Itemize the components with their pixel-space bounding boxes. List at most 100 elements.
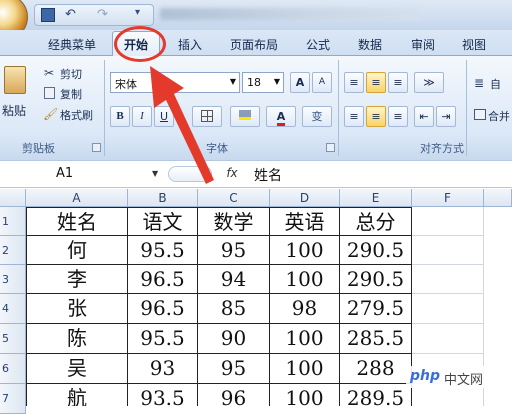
fill-color-button[interactable] <box>230 106 260 127</box>
empty-cell[interactable] <box>412 294 484 324</box>
table-cell[interactable]: 96 <box>198 384 270 406</box>
separator <box>466 60 467 156</box>
empty-cell[interactable] <box>412 324 484 354</box>
select-all-corner[interactable] <box>0 189 26 207</box>
column-header[interactable]: E <box>340 189 412 207</box>
bold-button[interactable]: B <box>110 106 130 127</box>
tab-insert[interactable]: 插入 <box>178 36 202 53</box>
row-header[interactable]: 7 <box>0 384 26 414</box>
separator <box>104 60 105 156</box>
copy-button[interactable]: 复制 <box>60 86 82 102</box>
align-right-button[interactable]: ≡ <box>388 106 408 127</box>
align-center-button[interactable]: ≡ <box>366 106 386 127</box>
align-left-button[interactable]: ≡ <box>344 106 364 127</box>
empty-cell[interactable] <box>412 236 484 265</box>
align-middle-button[interactable]: ≡ <box>366 72 386 93</box>
table-cell[interactable]: 93.5 <box>128 384 198 406</box>
header-cell-total[interactable]: 总分 <box>340 207 412 236</box>
font-color-button[interactable]: A <box>266 106 296 127</box>
align-top-button[interactable]: ≡ <box>344 72 364 93</box>
table-cell[interactable]: 94 <box>198 265 270 294</box>
table-cell[interactable]: 100 <box>270 236 340 265</box>
decrease-indent-button[interactable]: ⇤ <box>414 106 434 127</box>
formula-input[interactable]: 姓名 <box>254 165 282 185</box>
table-cell[interactable]: 90 <box>198 324 270 354</box>
increase-indent-button[interactable]: ⇥ <box>436 106 456 127</box>
save-icon[interactable] <box>41 8 55 22</box>
table-cell[interactable]: 98 <box>270 294 340 324</box>
shrink-font-button[interactable]: A <box>312 72 332 93</box>
font-launcher-icon[interactable] <box>326 143 335 152</box>
table-cell[interactable]: 95 <box>198 354 270 384</box>
clipboard-group-label: 剪贴板 <box>22 142 55 155</box>
window-title <box>160 8 420 20</box>
table-cell[interactable]: 285.5 <box>340 324 412 354</box>
header-cell-chinese[interactable]: 语文 <box>128 207 198 236</box>
tab-formulas[interactable]: 公式 <box>306 36 330 53</box>
tab-page-layout[interactable]: 页面布局 <box>230 36 278 53</box>
table-cell[interactable]: 93 <box>128 354 198 384</box>
font-size-select[interactable]: 18 ▼ <box>242 72 284 93</box>
table-cell[interactable]: 96.5 <box>128 294 198 324</box>
grow-font-button[interactable]: A <box>290 72 310 93</box>
header-cell-name[interactable]: 姓名 <box>26 207 128 236</box>
table-cell[interactable]: 陈 <box>26 324 128 354</box>
table-cell[interactable]: 张 <box>26 294 128 324</box>
row-header[interactable]: 5 <box>0 324 26 354</box>
redo-icon[interactable]: ↷ <box>97 7 108 22</box>
tab-review[interactable]: 审阅 <box>411 36 435 53</box>
customize-icon[interactable]: ▾ <box>135 7 140 18</box>
header-cell-math[interactable]: 数学 <box>198 207 270 236</box>
table-cell[interactable]: 100 <box>270 265 340 294</box>
merge-button[interactable]: 合并 <box>488 108 510 124</box>
column-header[interactable]: D <box>270 189 340 207</box>
table-cell[interactable]: 290.5 <box>340 265 412 294</box>
header-cell-english[interactable]: 英语 <box>270 207 340 236</box>
table-cell[interactable]: 何 <box>26 236 128 265</box>
table-cell[interactable]: 航 <box>26 384 128 406</box>
table-cell[interactable]: 85 <box>198 294 270 324</box>
tab-view[interactable]: 视图 <box>462 36 486 53</box>
tab-data[interactable]: 数据 <box>358 36 382 53</box>
paste-button[interactable]: 粘贴 <box>0 62 30 122</box>
table-cell[interactable]: 95 <box>198 236 270 265</box>
column-header[interactable] <box>484 189 512 207</box>
table-cell[interactable]: 96.5 <box>128 265 198 294</box>
name-box[interactable]: A1 <box>6 164 146 184</box>
column-header[interactable]: A <box>26 189 128 207</box>
wrap-text-button[interactable]: 自 <box>490 76 501 92</box>
empty-cell[interactable] <box>412 265 484 294</box>
cut-button[interactable]: 剪切 <box>60 66 82 82</box>
format-painter-button[interactable]: 格式刷 <box>60 107 93 123</box>
table-cell[interactable]: 95.5 <box>128 324 198 354</box>
row-header[interactable]: 4 <box>0 294 26 324</box>
table-cell[interactable]: 100 <box>270 384 340 406</box>
table-cell[interactable]: 290.5 <box>340 236 412 265</box>
tab-classic-menu[interactable]: 经典菜单 <box>48 36 96 53</box>
row-header[interactable]: 3 <box>0 265 26 294</box>
row-header[interactable]: 1 <box>0 207 26 236</box>
table-cell[interactable]: 288 <box>340 354 412 384</box>
align-bottom-button[interactable]: ≡ <box>388 72 408 93</box>
table-cell[interactable]: 100 <box>270 324 340 354</box>
paste-label: 粘贴 <box>2 104 27 118</box>
table-cell[interactable]: 289.5 <box>340 384 412 406</box>
separator <box>338 60 339 156</box>
table-cell[interactable]: 100 <box>270 354 340 384</box>
table-cell[interactable]: 吴 <box>26 354 128 384</box>
watermark-suffix: 中文网 <box>444 373 484 388</box>
clipboard-launcher-icon[interactable] <box>92 143 101 152</box>
function-icon[interactable]: fx <box>218 166 246 182</box>
undo-icon[interactable]: ↶ <box>65 7 76 22</box>
table-cell[interactable]: 95.5 <box>128 236 198 265</box>
table-cell[interactable]: 279.5 <box>340 294 412 324</box>
alignment-group-label: 对齐方式 <box>420 142 464 155</box>
column-header[interactable]: F <box>412 189 484 207</box>
table-cell[interactable]: 李 <box>26 265 128 294</box>
phonetic-button[interactable]: 变 <box>302 106 332 127</box>
empty-cell[interactable] <box>412 207 484 236</box>
row-header[interactable]: 6 <box>0 354 26 384</box>
clipboard-icon <box>4 66 26 94</box>
orientation-button[interactable]: ≫ <box>414 72 444 93</box>
row-header[interactable]: 2 <box>0 236 26 265</box>
